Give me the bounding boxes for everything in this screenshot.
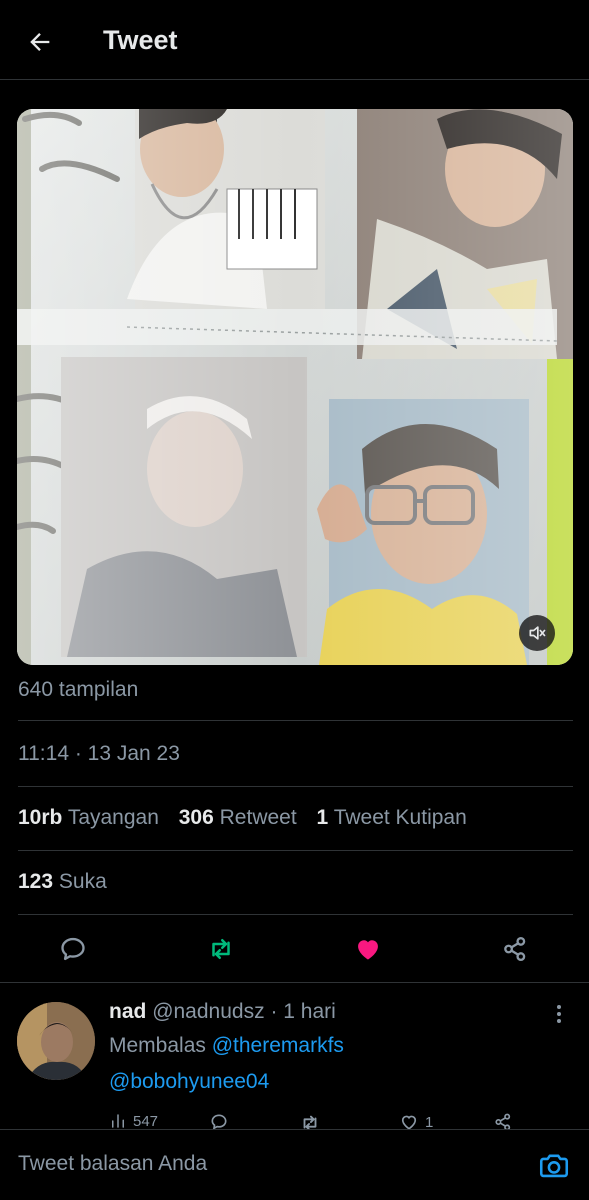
reply-time: 1 hari [283, 1000, 336, 1023]
reply-input[interactable]: Tweet balasan Anda [18, 1152, 207, 1176]
stat-quote-label: Tweet Kutipan [333, 806, 467, 829]
reply-header: nad @nadnudsz · 1 hari [109, 1000, 336, 1024]
retweet-button[interactable] [204, 932, 238, 966]
more-vertical-icon [557, 1005, 561, 1023]
stat-likes[interactable]: 123 Suka [18, 870, 107, 894]
reply-retweet-button[interactable] [299, 1112, 321, 1129]
reply-share-button[interactable] [493, 1112, 513, 1129]
page-title: Tweet [103, 25, 178, 55]
more-options-button[interactable] [549, 1002, 569, 1026]
comment-icon [61, 937, 85, 961]
reply-action-bar: 547 1 [109, 1112, 529, 1129]
divider [18, 850, 573, 851]
retweet-icon [303, 1115, 317, 1129]
volume-muted-icon [529, 626, 546, 640]
comment-icon [211, 1114, 227, 1129]
reply-button[interactable] [56, 932, 90, 966]
divider [18, 786, 573, 787]
camera-button[interactable] [537, 1149, 571, 1183]
reply-author-handle[interactable]: @nadnudsz [152, 1000, 264, 1023]
reply-views-count: 547 [133, 1112, 159, 1130]
share-button[interactable] [498, 932, 532, 966]
retweet-icon [212, 939, 230, 959]
stat-views-count: 10rb [18, 806, 63, 829]
reply-tweet[interactable]: nad @nadnudsz · 1 hari Membalas @therema… [0, 984, 589, 1129]
reply-author-name[interactable]: nad [109, 1000, 146, 1023]
tweet-video[interactable] [17, 109, 573, 665]
mute-button[interactable] [519, 615, 555, 651]
stat-retweets-label: Retweet [219, 806, 297, 829]
stat-views[interactable]: 10rb Tayangan [18, 806, 159, 830]
stat-quote-tweets[interactable]: 1 Tweet Kutipan [317, 806, 467, 830]
reply-likes-count: 1 [425, 1113, 434, 1130]
arrow-left-icon [30, 33, 50, 51]
avatar[interactable] [17, 1002, 95, 1080]
tweet-action-bar [0, 915, 589, 983]
replying-to: Membalas @theremarkfs [109, 1034, 344, 1058]
stat-retweets-count: 306 [178, 806, 214, 829]
stat-likes-count: 123 [18, 870, 54, 893]
like-button[interactable] [351, 932, 385, 966]
tweet-stats: 10rb Tayangan 306 Retweet 1 Tweet Kutipa… [18, 806, 481, 830]
avatar-image [17, 1002, 95, 1080]
reply-reply-button[interactable] [209, 1112, 229, 1129]
back-button[interactable] [22, 24, 58, 60]
share-icon [504, 936, 526, 962]
video-views-count: 640 tampilan [18, 678, 139, 701]
heart-icon [401, 1115, 417, 1129]
top-bar: Tweet [0, 0, 589, 80]
stat-retweets[interactable]: 306 Retweet [179, 806, 297, 830]
mention-link[interactable]: @theremarkfs [212, 1034, 344, 1057]
stat-quote-count: 1 [316, 806, 329, 829]
reply-compose-bar: Tweet balasan Anda [0, 1129, 589, 1200]
share-icon [495, 1113, 511, 1129]
reply-like-button[interactable]: 1 [399, 1112, 433, 1129]
divider [18, 720, 573, 721]
mention-link[interactable]: @bobohyunee04 [109, 1070, 269, 1093]
heart-icon [358, 940, 378, 960]
tweet-timestamp[interactable]: 11:14 · 13 Jan 23 [18, 742, 180, 766]
camera-icon [539, 1154, 569, 1178]
replying-to-more: @bobohyunee04 [109, 1070, 269, 1094]
reply-views-button[interactable]: 547 [109, 1112, 158, 1129]
video-frame [17, 109, 573, 665]
stat-likes-label: Suka [58, 870, 107, 893]
stat-views-label: Tayangan [67, 806, 159, 829]
bar-chart-icon [112, 1114, 124, 1128]
separator-dot: · [270, 1000, 278, 1023]
replying-prefix: Membalas [109, 1034, 206, 1057]
